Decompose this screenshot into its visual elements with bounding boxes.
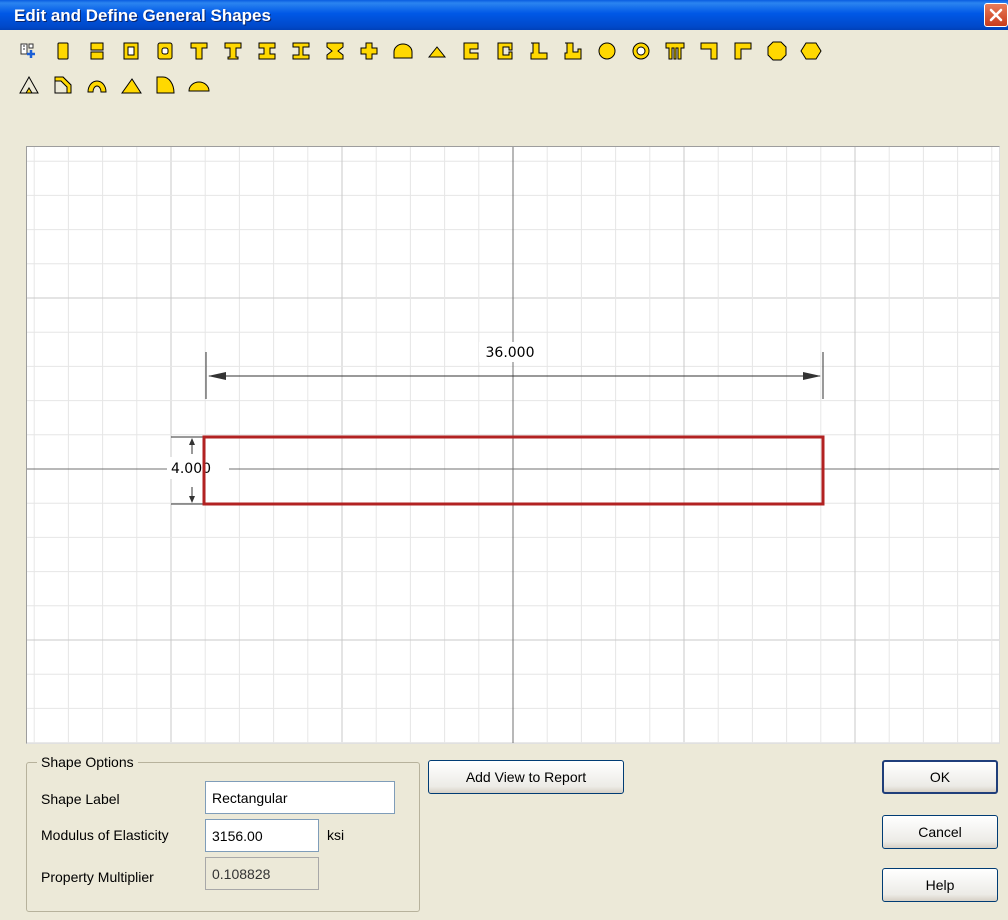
shape-toolbar-row-2 [12, 68, 1002, 102]
axes [27, 147, 999, 743]
right-triangle-outline-shape-icon [19, 75, 39, 94]
shape-label-input[interactable] [205, 781, 395, 814]
cross-shape-icon [360, 42, 378, 60]
help-button[interactable]: Help [882, 868, 998, 902]
i-beam-flanged-shape-icon [292, 42, 310, 60]
arch-shape-icon [393, 43, 413, 59]
i-beam-flanged-shape-button[interactable] [284, 34, 318, 68]
corner-outline-shape-button[interactable] [46, 68, 80, 102]
shape-options-group: Shape Options Shape Label Modulus of Ela… [26, 754, 420, 912]
width-dimension-label: 36.000 [486, 345, 535, 361]
shape-canvas[interactable]: 36.000 4.000 [26, 146, 1000, 744]
tee-flanged-shape-icon [224, 42, 242, 60]
hourglass-i-shape-button[interactable] [318, 34, 352, 68]
hollow-rounded-rectangle-shape-icon [157, 42, 173, 60]
circle-shape-icon [598, 42, 616, 60]
octagon-shape-icon [767, 41, 787, 61]
ring-shape-button[interactable] [624, 34, 658, 68]
height-arrow-up-icon [189, 438, 195, 445]
tee-shape-icon [190, 42, 208, 60]
l-left-shape-icon [734, 42, 752, 60]
modulus-label: Modulus of Elasticity [41, 827, 169, 843]
double-tee-shape-icon [665, 42, 685, 60]
modulus-input[interactable] [205, 819, 319, 852]
edit-shape-icon [20, 43, 35, 58]
small-triangle-shape-icon [427, 46, 447, 58]
curved-arch-shape-icon [87, 80, 107, 93]
shape-toolbar [12, 34, 1002, 102]
i-beam-shape-icon [258, 42, 276, 60]
z-shape-icon [530, 42, 548, 60]
curved-arch-shape-button[interactable] [80, 68, 114, 102]
channel-shape-icon [463, 42, 479, 60]
ring-shape-icon [632, 42, 650, 60]
tee-flanged-shape-button[interactable] [216, 34, 250, 68]
small-triangle-shape-button[interactable] [420, 34, 454, 68]
close-icon [989, 8, 1003, 22]
ok-button[interactable]: OK [882, 760, 998, 794]
height-arrow-down-icon [189, 496, 195, 503]
multiplier-field [205, 857, 319, 890]
l-right-shape-icon [700, 42, 718, 60]
arch-shape-button[interactable] [386, 34, 420, 68]
multiplier-label: Property Multiplier [41, 869, 154, 885]
split-rectangle-shape-button[interactable] [80, 34, 114, 68]
channel-lipped-shape-icon [497, 42, 513, 60]
triangle-shape-button[interactable] [114, 68, 148, 102]
right-triangle-outline-shape-button[interactable] [12, 68, 46, 102]
shape-toolbar-row-1 [12, 34, 1002, 68]
i-beam-shape-button[interactable] [250, 34, 284, 68]
hexagon-shape-button[interactable] [794, 34, 828, 68]
z-shape-button[interactable] [522, 34, 556, 68]
split-rectangle-shape-icon [90, 42, 104, 60]
half-round-shape-button[interactable] [182, 68, 216, 102]
rectangle-shape-icon [57, 42, 69, 60]
z-lipped-shape-button[interactable] [556, 34, 590, 68]
rectangle-shape-button[interactable] [46, 34, 80, 68]
quarter-round-shape-button[interactable] [148, 68, 182, 102]
z-lipped-shape-icon [564, 42, 582, 60]
general-shapes-dialog: Edit and Define General Shapes 36.000 4.… [0, 0, 1008, 920]
l-right-shape-button[interactable] [692, 34, 726, 68]
close-button[interactable] [984, 3, 1008, 27]
quarter-round-shape-icon [156, 76, 175, 94]
hollow-rounded-rectangle-shape-button[interactable] [148, 34, 182, 68]
tee-shape-button[interactable] [182, 34, 216, 68]
dialog-title: Edit and Define General Shapes [14, 6, 271, 25]
half-round-shape-icon [188, 81, 210, 92]
channel-lipped-shape-button[interactable] [488, 34, 522, 68]
shape-label-label: Shape Label [41, 791, 120, 807]
shape-drawing: 36.000 4.000 [27, 147, 999, 743]
hexagon-shape-icon [800, 42, 822, 60]
width-arrow-right-icon [803, 372, 821, 380]
cancel-button[interactable]: Cancel [882, 815, 998, 849]
l-left-shape-button[interactable] [726, 34, 760, 68]
width-arrow-left-icon [208, 372, 226, 380]
title-bar[interactable]: Edit and Define General Shapes [0, 0, 1008, 30]
octagon-shape-button[interactable] [760, 34, 794, 68]
triangle-shape-icon [121, 78, 142, 94]
add-view-to-report-button[interactable]: Add View to Report [428, 760, 624, 794]
hourglass-i-shape-icon [326, 42, 344, 60]
corner-outline-shape-icon [54, 76, 72, 94]
modulus-unit: ksi [327, 827, 345, 843]
hollow-rectangle-shape-button[interactable] [114, 34, 148, 68]
channel-shape-button[interactable] [454, 34, 488, 68]
cross-shape-button[interactable] [352, 34, 386, 68]
shape-options-legend: Shape Options [37, 754, 138, 770]
edit-shape-button[interactable] [12, 34, 46, 68]
hollow-rectangle-shape-icon [123, 42, 139, 60]
double-tee-shape-button[interactable] [658, 34, 692, 68]
circle-shape-button[interactable] [590, 34, 624, 68]
